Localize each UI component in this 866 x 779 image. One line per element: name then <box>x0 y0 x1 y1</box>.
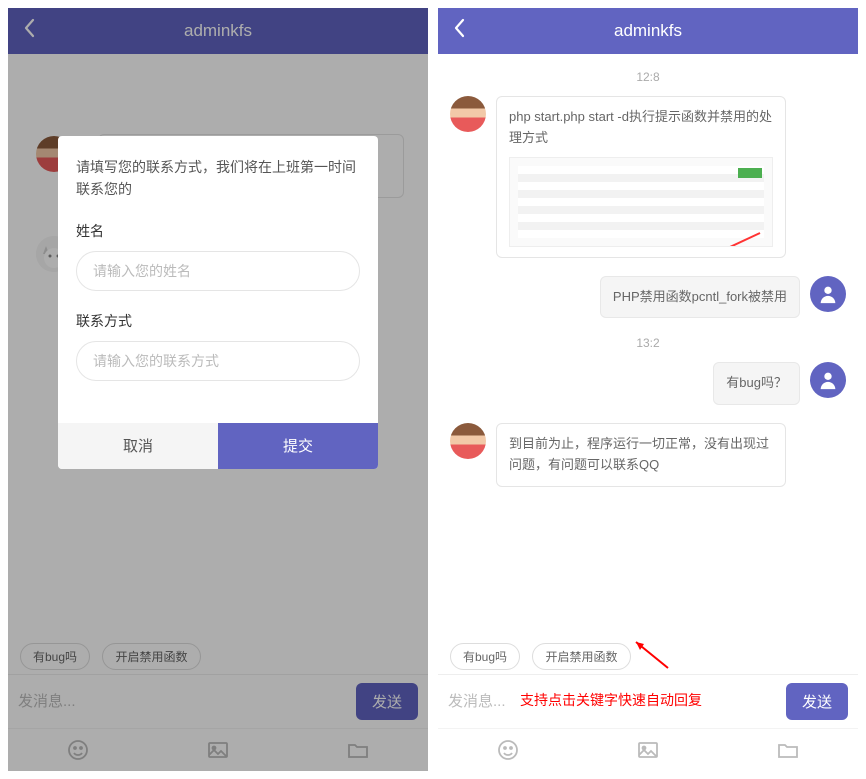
message-user: PHP禁用函数pcntl_fork被禁用 <box>450 276 846 319</box>
bubble: php start.php start -d执行提示函数并禁用的处理方式 <box>496 96 786 258</box>
avatar-agent <box>450 96 486 132</box>
message-text: php start.php start -d执行提示函数并禁用的处理方式 <box>509 109 772 145</box>
chat-area: 12:8 php start.php start -d执行提示函数并禁用的处理方… <box>438 54 858 674</box>
message-agent: php start.php start -d执行提示函数并禁用的处理方式 <box>450 96 846 258</box>
submit-button[interactable]: 提交 <box>218 423 378 469</box>
contact-label: 联系方式 <box>76 311 360 331</box>
name-input[interactable] <box>76 251 360 291</box>
phone-left: adminkfs 重要提示:【 此页面仅供测试，请勿相信任何信息，以免造成不必要… <box>8 8 428 771</box>
contact-input[interactable] <box>76 341 360 381</box>
toolbar <box>438 728 858 771</box>
cancel-button[interactable]: 取消 <box>58 423 218 469</box>
modal-description: 请填写您的联系方式，我们将在上班第一时间联系您的 <box>76 156 360 201</box>
footer: 发送 <box>438 674 858 771</box>
back-button[interactable] <box>438 18 482 44</box>
phone-right: adminkfs 12:8 php start.php start -d执行提示… <box>438 8 858 771</box>
emoji-icon[interactable] <box>494 739 522 761</box>
header-title: adminkfs <box>438 21 858 41</box>
header: adminkfs <box>438 8 858 54</box>
bubble: 到目前为止，程序运行一切正常，没有出现过问题，有问题可以联系QQ <box>496 423 786 487</box>
folder-icon[interactable] <box>774 739 802 761</box>
chip-enable-func[interactable]: 开启禁用函数 <box>532 643 630 670</box>
send-button[interactable]: 发送 <box>786 683 848 720</box>
chip-bug[interactable]: 有bug吗 <box>450 643 520 670</box>
bubble: 有bug吗？ <box>713 362 800 405</box>
contact-modal: 请填写您的联系方式，我们将在上班第一时间联系您的 姓名 联系方式 取消 提交 <box>58 136 378 469</box>
avatar-user <box>810 276 846 312</box>
screenshot-thumb[interactable] <box>509 157 773 247</box>
message-user: 有bug吗？ <box>450 362 846 405</box>
message-agent: 到目前为止，程序运行一切正常，没有出现过问题，有问题可以联系QQ <box>450 423 846 487</box>
bubble: PHP禁用函数pcntl_fork被禁用 <box>600 276 800 319</box>
name-label: 姓名 <box>76 221 360 241</box>
message-input[interactable] <box>448 693 776 710</box>
avatar-user <box>810 362 846 398</box>
timestamp: 13:2 <box>450 336 846 350</box>
timestamp: 12:8 <box>450 70 846 84</box>
avatar-agent <box>450 423 486 459</box>
quick-chips: 有bug吗 开启禁用函数 <box>438 643 858 670</box>
image-icon[interactable] <box>634 739 662 761</box>
